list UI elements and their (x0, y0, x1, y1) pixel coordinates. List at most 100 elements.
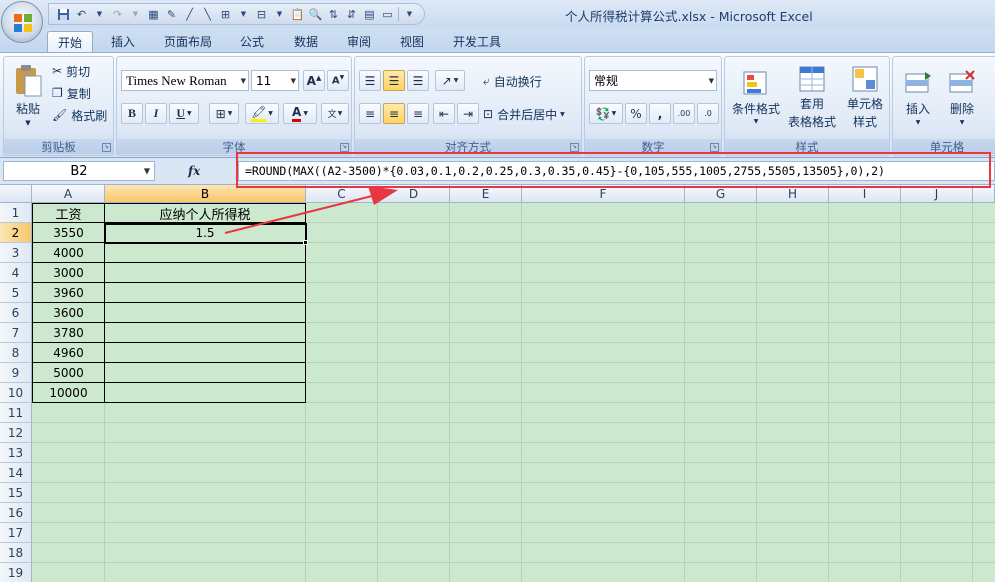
cell-styles-button[interactable]: 单元格 样式 (841, 61, 889, 133)
formula-input[interactable]: =ROUND(MAX((A2-3500)*{0.03,0.1,0.2,0.25,… (238, 161, 995, 181)
orientation-button[interactable]: ↗ ▼ (435, 70, 465, 91)
column-header-e[interactable]: E (450, 185, 522, 203)
row-header-17[interactable]: 17 (0, 523, 32, 543)
align-left-button[interactable]: ≡ (359, 103, 381, 124)
row-header-6[interactable]: 6 (0, 303, 32, 323)
wrap-text-button[interactable]: ⤶ 自动换行 (483, 71, 542, 91)
grid-dropdown-icon[interactable]: ▼ (271, 6, 288, 23)
form-icon[interactable]: ▤ (361, 6, 378, 23)
underline-button[interactable]: U ▼ (169, 103, 199, 124)
insert-function-icon[interactable]: fx (188, 164, 200, 178)
grid-icon[interactable]: ⊟ (253, 6, 270, 23)
sort-descending-icon[interactable]: ⇵ (343, 6, 360, 23)
row-header-19[interactable]: 19 (0, 563, 32, 582)
font-name-select[interactable]: Times New Roman ▼ (121, 70, 249, 91)
save-icon[interactable] (55, 6, 72, 23)
align-bottom-button[interactable]: ☰ (407, 70, 429, 91)
row-header-3[interactable]: 3 (0, 243, 32, 263)
percent-button[interactable]: % (625, 103, 647, 124)
column-header-h[interactable]: H (757, 185, 829, 203)
paste-button[interactable]: 粘贴 ▼ (8, 59, 48, 131)
increase-decimal-button[interactable]: .00 (673, 103, 695, 124)
toggle-icon[interactable]: ▭ (379, 6, 396, 23)
row-header-8[interactable]: 8 (0, 343, 32, 363)
fill-handle[interactable] (303, 240, 308, 245)
delete-cells-button[interactable]: 删除 ▼ (941, 61, 983, 133)
edit-icon[interactable]: ✎ (163, 6, 180, 23)
draw-diagonal-icon[interactable]: ╲ (199, 6, 216, 23)
tab-view[interactable]: 视图 (389, 31, 435, 52)
column-header-d[interactable]: D (378, 185, 450, 203)
align-middle-button[interactable]: ☰ (383, 70, 405, 91)
column-header-i[interactable]: I (829, 185, 901, 203)
column-header-g[interactable]: G (685, 185, 757, 203)
redo-icon[interactable]: ↷ (109, 6, 126, 23)
tab-review[interactable]: 审阅 (336, 31, 382, 52)
row-header-7[interactable]: 7 (0, 323, 32, 343)
font-size-select[interactable]: 11 ▼ (251, 70, 299, 91)
sort-ascending-icon[interactable]: ⇅ (325, 6, 342, 23)
cell-a4[interactable]: 3000 (33, 263, 104, 283)
insert-cells-button[interactable]: 插入 ▼ (897, 61, 939, 133)
tab-data[interactable]: 数据 (283, 31, 329, 52)
format-painter-button[interactable]: 🖌 格式刷 (52, 106, 107, 124)
phonetic-button[interactable]: 文 ▼ (321, 103, 349, 124)
column-header-k[interactable] (973, 185, 995, 203)
select-all-corner[interactable] (0, 185, 32, 203)
print-preview-icon[interactable]: 🔍 (307, 6, 324, 23)
copy-button[interactable]: ❐ 复制 (52, 84, 91, 102)
number-format-select[interactable]: 常规 ▼ (589, 70, 717, 91)
table-icon[interactable]: ▦ (145, 6, 162, 23)
column-header-a[interactable]: A (32, 185, 105, 203)
cell-a1[interactable]: 工资 (33, 203, 104, 223)
clipboard-launcher-icon[interactable]: ↘ (102, 143, 111, 152)
grow-font-button[interactable]: A▲ (303, 70, 325, 91)
cell-a7[interactable]: 3780 (33, 323, 104, 343)
cell-a10[interactable]: 10000 (33, 383, 104, 403)
borders-icon[interactable]: ⊞ (217, 6, 234, 23)
cell-a6[interactable]: 3600 (33, 303, 104, 323)
row-header-12[interactable]: 12 (0, 423, 32, 443)
row-header-11[interactable]: 11 (0, 403, 32, 423)
undo-icon[interactable]: ↶ (73, 6, 90, 23)
cell-b1[interactable]: 应纳个人所得税 (105, 203, 305, 223)
cell-a5[interactable]: 3960 (33, 283, 104, 303)
row-header-13[interactable]: 13 (0, 443, 32, 463)
name-box[interactable]: B2 ▼ (3, 161, 155, 181)
paste-special-icon[interactable]: 📋 (289, 6, 306, 23)
comma-button[interactable]: , (649, 103, 671, 124)
cell-a2[interactable]: 3550 (33, 223, 104, 243)
row-header-15[interactable]: 15 (0, 483, 32, 503)
font-launcher-icon[interactable]: ↘ (340, 143, 349, 152)
row-header-18[interactable]: 18 (0, 543, 32, 563)
draw-line-icon[interactable]: ╱ (181, 6, 198, 23)
office-button[interactable] (1, 1, 43, 43)
format-as-table-button[interactable]: 套用 表格格式 (785, 61, 839, 133)
fill-color-button[interactable]: 🖍 ▼ (245, 103, 279, 124)
borders-button[interactable]: ⊞ ▼ (209, 103, 239, 124)
shrink-font-button[interactable]: A▼ (327, 70, 349, 91)
italic-button[interactable]: I (145, 103, 167, 124)
merge-center-button[interactable]: ⊡ 合并后居中 ▼ (483, 104, 565, 124)
row-header-14[interactable]: 14 (0, 463, 32, 483)
tab-insert[interactable]: 插入 (100, 31, 146, 52)
decrease-decimal-button[interactable]: .0 (697, 103, 719, 124)
conditional-format-button[interactable]: 条件格式 ▼ (729, 61, 783, 133)
row-header-2[interactable]: 2 (0, 223, 32, 243)
row-header-9[interactable]: 9 (0, 363, 32, 383)
customize-qat-icon[interactable]: ▼ (401, 6, 418, 23)
column-header-j[interactable]: J (901, 185, 973, 203)
number-launcher-icon[interactable]: ↘ (710, 143, 719, 152)
row-header-5[interactable]: 5 (0, 283, 32, 303)
redo-dropdown-icon[interactable]: ▼ (127, 6, 144, 23)
align-top-button[interactable]: ☰ (359, 70, 381, 91)
column-header-c[interactable]: C (306, 185, 378, 203)
row-header-1[interactable]: 1 (0, 203, 32, 223)
row-header-4[interactable]: 4 (0, 263, 32, 283)
alignment-launcher-icon[interactable]: ↘ (570, 143, 579, 152)
cut-button[interactable]: ✂ 剪切 (52, 62, 90, 80)
align-center-button[interactable]: ≡ (383, 103, 405, 124)
tab-formulas[interactable]: 公式 (229, 31, 275, 52)
cell-a3[interactable]: 4000 (33, 243, 104, 263)
undo-dropdown-icon[interactable]: ▼ (91, 6, 108, 23)
